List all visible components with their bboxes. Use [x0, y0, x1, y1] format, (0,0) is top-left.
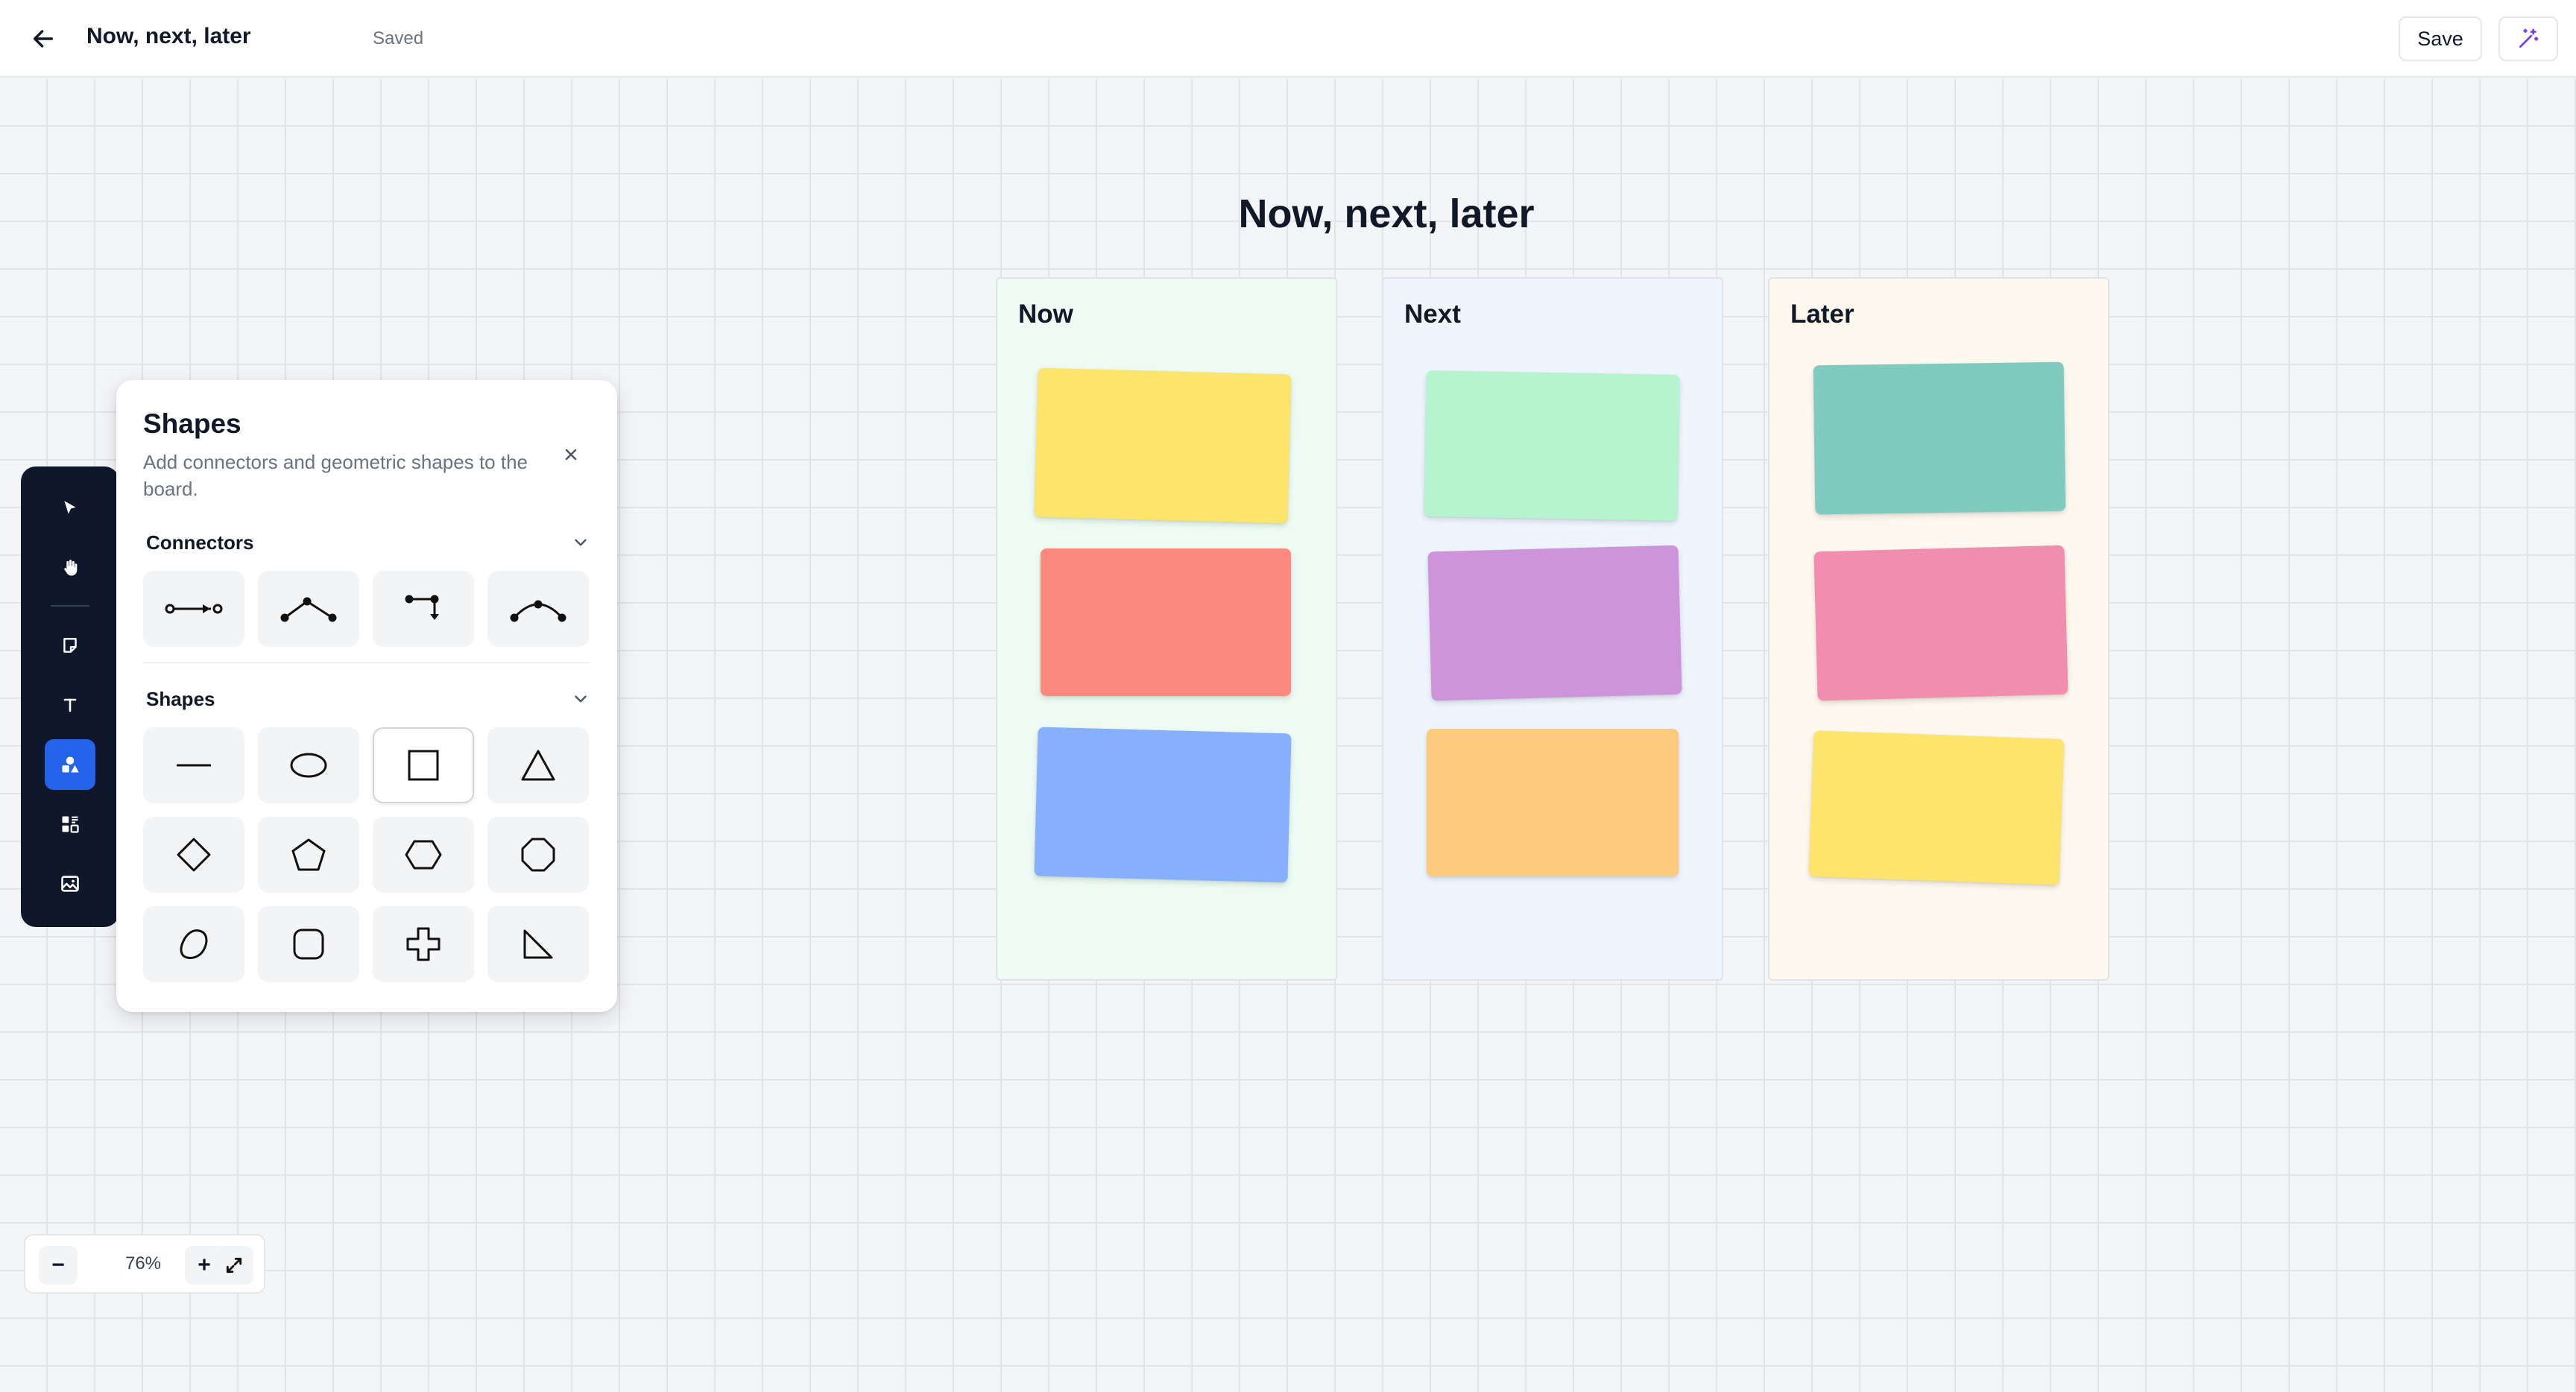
- shape-hexagon[interactable]: [373, 817, 474, 893]
- close-icon: [565, 449, 577, 461]
- sticky-note[interactable]: [1034, 367, 1292, 524]
- ellipse-shape-icon: [290, 753, 327, 778]
- shape-cross[interactable]: [373, 906, 474, 982]
- shape-line[interactable]: [143, 727, 244, 803]
- curved-connector-icon: [510, 600, 566, 622]
- column-later[interactable]: Later: [1768, 277, 2109, 981]
- shape-ellipse[interactable]: [258, 727, 359, 803]
- tool-toolbar: [21, 466, 119, 927]
- column-next[interactable]: Next: [1382, 277, 1723, 981]
- connector-step[interactable]: [373, 571, 474, 647]
- pentagon-shape-icon: [291, 838, 326, 871]
- zoom-out-button[interactable]: −: [39, 1246, 78, 1285]
- rounded-rectangle-shape-icon: [293, 928, 324, 960]
- connector-straight[interactable]: [143, 571, 244, 647]
- shapes-icon: [62, 756, 79, 773]
- sticky-note[interactable]: [1813, 545, 2068, 701]
- hexagon-shape-icon: [405, 840, 442, 870]
- sticky-note[interactable]: [1034, 727, 1292, 883]
- diamond-shape-icon: [177, 838, 211, 872]
- shape-right-triangle[interactable]: [487, 906, 589, 982]
- connector-curved[interactable]: [487, 571, 589, 647]
- connectors-label: Connectors: [146, 531, 254, 554]
- shapes-label: Shapes: [146, 687, 215, 710]
- shape-rounded-rectangle[interactable]: [258, 906, 359, 982]
- image-icon: [61, 876, 79, 892]
- close-panel-button[interactable]: [555, 438, 587, 471]
- sticky-note[interactable]: [1813, 361, 2066, 515]
- connectors-section-toggle[interactable]: Connectors: [146, 526, 590, 559]
- shape-diamond[interactable]: [143, 817, 244, 893]
- line-shape-icon: [177, 764, 211, 767]
- zoom-control: − 76% +: [24, 1234, 265, 1294]
- save-status: Saved: [373, 28, 424, 48]
- text-tool[interactable]: [45, 680, 95, 730]
- shape-octagon[interactable]: [487, 817, 589, 893]
- panel-description: Add connectors and geometric shapes to t…: [143, 451, 528, 500]
- templates-icon: [62, 816, 79, 833]
- templates-tool[interactable]: [45, 799, 95, 850]
- shape-triangle[interactable]: [487, 727, 589, 803]
- sticky-note-tool[interactable]: [45, 620, 95, 671]
- save-button[interactable]: Save: [2399, 16, 2482, 61]
- document-title[interactable]: Now, next, later: [86, 24, 251, 49]
- chevron-down-icon: [575, 695, 587, 703]
- sticky-note[interactable]: [1041, 548, 1291, 696]
- sticky-note[interactable]: [1808, 730, 2065, 885]
- sticky-note[interactable]: [1427, 545, 1682, 701]
- image-tool[interactable]: [45, 858, 95, 909]
- step-connector-icon: [405, 595, 439, 620]
- blob-shape-icon: [180, 929, 208, 959]
- ai-assist-button[interactable]: [2498, 16, 2558, 61]
- shapes-section-toggle[interactable]: Shapes: [146, 683, 590, 715]
- select-icon: [64, 501, 76, 514]
- column-title[interactable]: Next: [1404, 300, 1461, 329]
- top-bar: Now, next, later Saved Save: [0, 0, 2576, 77]
- cross-shape-icon: [406, 927, 441, 961]
- shape-rectangle[interactable]: [373, 727, 474, 803]
- elbow-angled-connector-icon: [280, 597, 337, 622]
- shape-pentagon[interactable]: [258, 817, 359, 893]
- sticky-note-icon: [63, 638, 77, 653]
- shapes-panel: Shapes Add connectors and geometric shap…: [116, 380, 617, 1012]
- shape-blob[interactable]: [143, 906, 244, 982]
- arrow-left-icon: [33, 30, 54, 48]
- hand-icon: [64, 560, 78, 576]
- magic-wand-icon: [2519, 28, 2539, 48]
- panel-title: Shapes: [143, 408, 242, 439]
- text-icon: [63, 698, 77, 712]
- connector-angled[interactable]: [258, 571, 359, 647]
- rectangle-shape-icon: [408, 750, 439, 781]
- column-title[interactable]: Later: [1790, 300, 1854, 329]
- straight-connector-icon: [165, 604, 223, 614]
- select-tool[interactable]: [45, 483, 95, 534]
- column-now[interactable]: Now: [996, 277, 1337, 981]
- octagon-shape-icon: [521, 838, 555, 872]
- triangle-shape-icon: [521, 750, 555, 781]
- sticky-note[interactable]: [1427, 729, 1679, 876]
- shapes-tool[interactable]: [45, 739, 95, 790]
- zoom-level[interactable]: 76%: [106, 1253, 180, 1274]
- chevron-down-icon: [575, 539, 587, 546]
- back-button[interactable]: [25, 21, 61, 57]
- hand-tool[interactable]: [45, 542, 95, 593]
- toolbar-divider: [51, 605, 89, 607]
- fit-to-screen-button[interactable]: [215, 1246, 253, 1285]
- right-triangle-shape-icon: [523, 929, 553, 959]
- board-title[interactable]: Now, next, later: [1155, 191, 1617, 237]
- expand-icon: [226, 1257, 242, 1274]
- column-title[interactable]: Now: [1018, 300, 1073, 329]
- sticky-note[interactable]: [1424, 370, 1680, 521]
- section-divider: [143, 662, 590, 663]
